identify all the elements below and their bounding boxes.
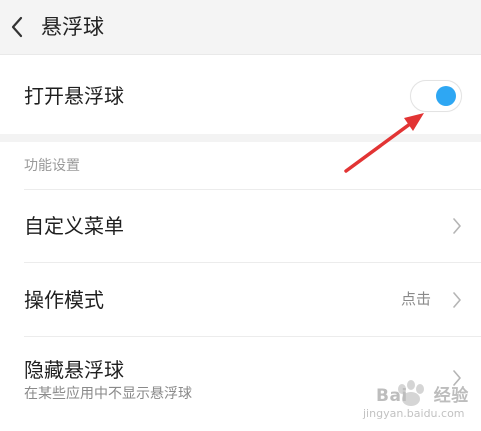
item-value: 点击	[401, 290, 432, 308]
section-separator	[0, 134, 481, 142]
list-item-operation-mode[interactable]: 操作模式 点击	[0, 263, 481, 336]
watermark-brand-text: 经验	[433, 386, 469, 406]
floating-ball-toggle[interactable]	[410, 80, 462, 112]
settings-screen: 悬浮球 打开悬浮球 功能设置 自定义菜单 操作模式 点击 隐藏悬浮球 在某些应用…	[0, 0, 481, 431]
list-item-custom-menu[interactable]: 自定义菜单	[0, 190, 481, 262]
chevron-right-icon	[453, 218, 461, 234]
item-label: 自定义菜单	[24, 214, 124, 238]
toggle-knob	[436, 86, 456, 106]
chevron-left-icon[interactable]	[8, 15, 26, 39]
top-bar: 悬浮球	[0, 0, 481, 55]
page-title: 悬浮球	[41, 15, 104, 39]
floating-ball-toggle-row[interactable]: 打开悬浮球	[0, 58, 481, 134]
section-title: 功能设置	[24, 158, 80, 174]
watermark-logo-text: Bai	[376, 386, 408, 406]
watermark-text: Bai 经验	[376, 381, 469, 406]
item-label: 隐藏悬浮球	[24, 358, 124, 382]
item-label: 操作模式	[24, 288, 104, 312]
item-subtitle: 在某些应用中不显示悬浮球	[24, 386, 192, 402]
watermark-url: jingyan.baidu.com	[363, 407, 465, 420]
chevron-right-icon	[453, 292, 461, 308]
toggle-label: 打开悬浮球	[24, 84, 124, 108]
